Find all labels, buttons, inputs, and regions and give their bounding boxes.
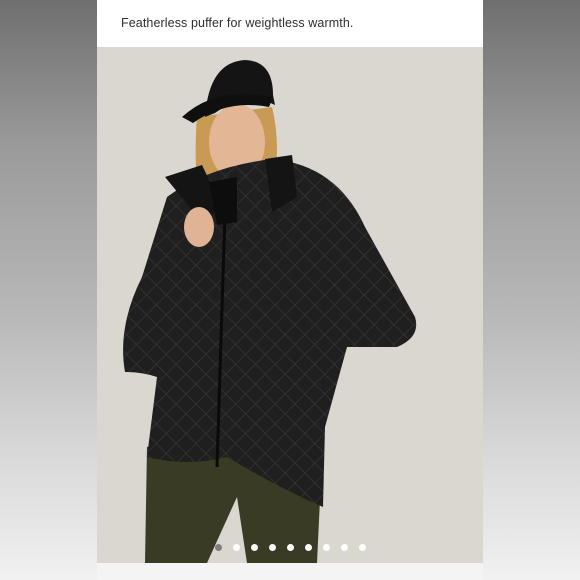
blurred-background-right: [483, 0, 580, 580]
carousel-dot-9[interactable]: [358, 544, 366, 551]
listing-card: Featherless puffer for weightless warmth…: [97, 0, 483, 580]
carousel-dot-8[interactable]: [340, 544, 348, 551]
hand: [184, 207, 214, 247]
product-photo[interactable]: [97, 47, 483, 563]
listing-description: Featherless puffer for weightless warmth…: [121, 16, 354, 30]
carousel-dot-4[interactable]: [268, 544, 276, 551]
carousel-indicators: [97, 544, 483, 551]
carousel-dot-2[interactable]: [232, 544, 240, 551]
product-photo-illustration: [97, 47, 483, 563]
carousel-dot-1[interactable]: [214, 544, 222, 551]
carousel-dot-3[interactable]: [250, 544, 258, 551]
blurred-background-left: [0, 0, 97, 580]
card-bottom-strip: [97, 563, 483, 580]
carousel-dot-7[interactable]: [322, 544, 330, 551]
carousel-dot-6[interactable]: [304, 544, 312, 551]
carousel-dot-5[interactable]: [286, 544, 294, 551]
